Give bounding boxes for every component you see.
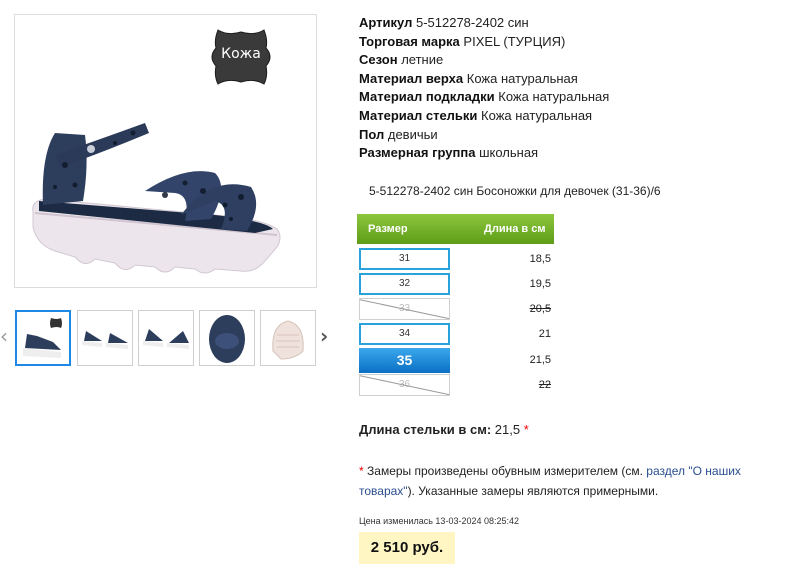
- thumbnail-sandal-top: [209, 315, 245, 363]
- chevron-left-icon[interactable]: ‹: [0, 326, 8, 346]
- product-name: 5-512278-2402 син Босоножки для девочек …: [369, 184, 661, 198]
- thumbnail-item[interactable]: [260, 310, 316, 366]
- attr-lining-material: Материал подкладки Кожа натуральная: [359, 89, 610, 105]
- size-table-header: Размер Длина в см: [357, 214, 554, 244]
- thumbnail-item[interactable]: [199, 310, 255, 366]
- attr-gender: Пол девичьи: [359, 126, 438, 142]
- thumbnail-sandal-pair: [82, 331, 128, 349]
- size-option-35-selected[interactable]: 35: [359, 348, 450, 373]
- product-attributes: Артикул 5-512278-2402 син Торговая марка…: [359, 14, 609, 163]
- thumbnail-strip: ‹ ›: [0, 308, 340, 368]
- size-option-34[interactable]: 34: [359, 323, 450, 345]
- length-value: 20,5: [529, 303, 551, 315]
- thumbnail-sandal-sole: [272, 320, 304, 360]
- insole-length: Длина стельки в см: 21,5 *: [359, 422, 529, 437]
- insole-length-value: 21,5: [494, 422, 521, 437]
- chevron-right-icon[interactable]: ›: [320, 326, 328, 346]
- leather-badge: Кожа: [208, 24, 274, 90]
- thumbnail-item[interactable]: [138, 310, 194, 366]
- price-changed-date: Цена изменилась 13-03-2024 08:25:42: [359, 516, 520, 526]
- price: 2 510 руб.: [359, 532, 455, 564]
- size-option-36-unavailable: 36: [359, 374, 450, 396]
- attr-brand: Торговая марка PIXEL (ТУРЦИЯ): [359, 33, 566, 49]
- product-main-image[interactable]: Кожа: [14, 14, 317, 288]
- length-value: 18,5: [529, 253, 551, 265]
- thumbnail-item[interactable]: [15, 310, 71, 366]
- length-column-header: Длина в см: [484, 223, 546, 235]
- attr-size-group: Размерная группа школьная: [359, 145, 539, 161]
- attr-article: Артикул 5-512278-2402 син: [359, 15, 529, 30]
- size-option-31[interactable]: 31: [359, 248, 450, 270]
- leather-badge-label: Кожа: [221, 46, 261, 62]
- size-option-32[interactable]: 32: [359, 273, 450, 295]
- thumbnail-sandal-side: [23, 318, 62, 358]
- attr-season: Сезон летние: [359, 52, 444, 68]
- thumbnail-sandal-pair-back: [143, 329, 189, 349]
- measurement-note: * Замеры произведены обувным измерителем…: [359, 464, 741, 498]
- thumbnail-item[interactable]: [77, 310, 133, 366]
- insole-length-label: Длина стельки в см:: [359, 422, 492, 437]
- required-asterisk: *: [523, 422, 529, 437]
- attr-insole-material: Материал стельки Кожа натуральная: [359, 107, 593, 123]
- attr-upper-material: Материал верха Кожа натуральная: [359, 70, 578, 86]
- length-value: 19,5: [529, 278, 551, 290]
- length-value: 22: [538, 379, 551, 391]
- length-value: 21: [538, 328, 551, 340]
- length-value: 21,5: [529, 354, 551, 366]
- size-column-header: Размер: [368, 223, 408, 235]
- size-option-33-unavailable: 33: [359, 298, 450, 320]
